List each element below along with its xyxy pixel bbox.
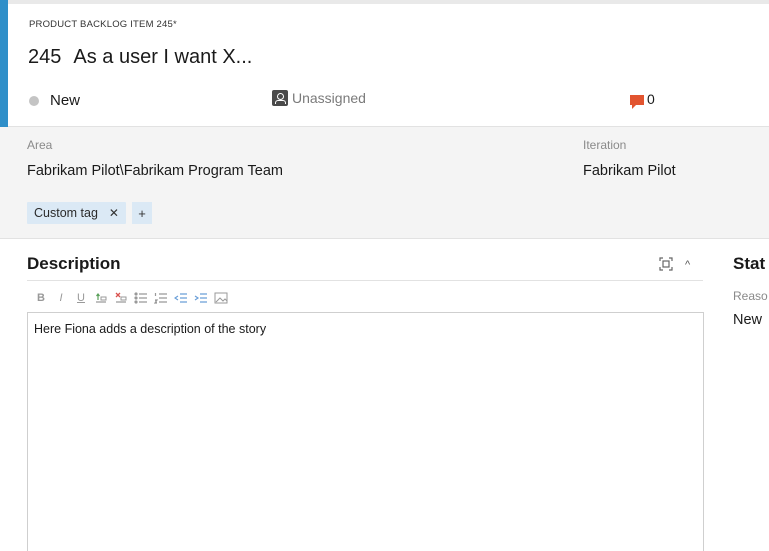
add-tag-button[interactable]: +	[131, 202, 152, 224]
bold-glyph: B	[37, 292, 45, 304]
reason-value[interactable]: New	[733, 312, 762, 328]
assigned-to-field[interactable]: Unassigned	[272, 90, 366, 106]
area-value[interactable]: Fabrikam Pilot\Fabrikam Program Team	[27, 163, 283, 179]
rich-text-toolbar: B I U	[34, 291, 234, 305]
numbered-list-icon[interactable]	[154, 291, 168, 305]
state-dot-icon	[29, 95, 39, 106]
work-item-title[interactable]: 245 As a user I want X...	[28, 46, 252, 69]
increase-indent-icon[interactable]	[194, 291, 208, 305]
italic-glyph: I	[59, 292, 63, 304]
maximize-icon[interactable]	[659, 257, 673, 271]
description-editor[interactable]: Here Fiona adds a description of the sto…	[27, 312, 704, 551]
status-heading: Stat	[733, 254, 766, 273]
area-label: Area	[27, 138, 53, 152]
state-value[interactable]: New	[50, 92, 80, 109]
decrease-indent-icon[interactable]	[174, 291, 188, 305]
bold-button[interactable]: B	[34, 291, 48, 305]
tag-label: Custom tag	[34, 206, 98, 220]
insert-image-icon[interactable]	[214, 291, 228, 305]
iteration-label: Iteration	[583, 138, 627, 152]
italic-button[interactable]: I	[54, 291, 68, 305]
person-icon	[272, 90, 288, 106]
tag-list: Custom tag ✕ +	[27, 202, 152, 224]
description-heading: Description	[27, 254, 121, 273]
work-item-title-text[interactable]: As a user I want X...	[73, 46, 252, 68]
work-item-type-label: PRODUCT BACKLOG ITEM 245*	[29, 19, 177, 30]
reason-label: Reaso	[733, 289, 768, 303]
remove-link-icon[interactable]	[114, 291, 128, 305]
state-field[interactable]: New	[29, 92, 80, 109]
bulleted-list-icon[interactable]	[134, 291, 148, 305]
insert-link-icon[interactable]	[94, 291, 108, 305]
assigned-to-value[interactable]: Unassigned	[292, 90, 366, 106]
work-item-id: 245	[28, 46, 62, 68]
underline-button[interactable]: U	[74, 291, 88, 305]
collapse-section-icon[interactable]: ^	[685, 259, 690, 271]
header-top-border	[8, 0, 769, 4]
comment-count: 0	[647, 91, 655, 107]
description-text[interactable]: Here Fiona adds a description of the sto…	[34, 322, 266, 336]
work-item-type-color-bar	[0, 0, 8, 127]
tag-chip[interactable]: Custom tag ✕	[27, 202, 126, 224]
section-divider	[27, 280, 703, 281]
discussion-count[interactable]: 0	[630, 91, 655, 109]
remove-tag-icon[interactable]: ✕	[109, 206, 119, 220]
details-fields: Area Fabrikam Pilot\Fabrikam Program Tea…	[0, 127, 769, 239]
iteration-value[interactable]: Fabrikam Pilot	[583, 163, 676, 179]
work-item-header: PRODUCT BACKLOG ITEM 245* 245 As a user I…	[0, 0, 769, 127]
underline-glyph: U	[77, 292, 85, 304]
comment-icon	[630, 95, 644, 109]
